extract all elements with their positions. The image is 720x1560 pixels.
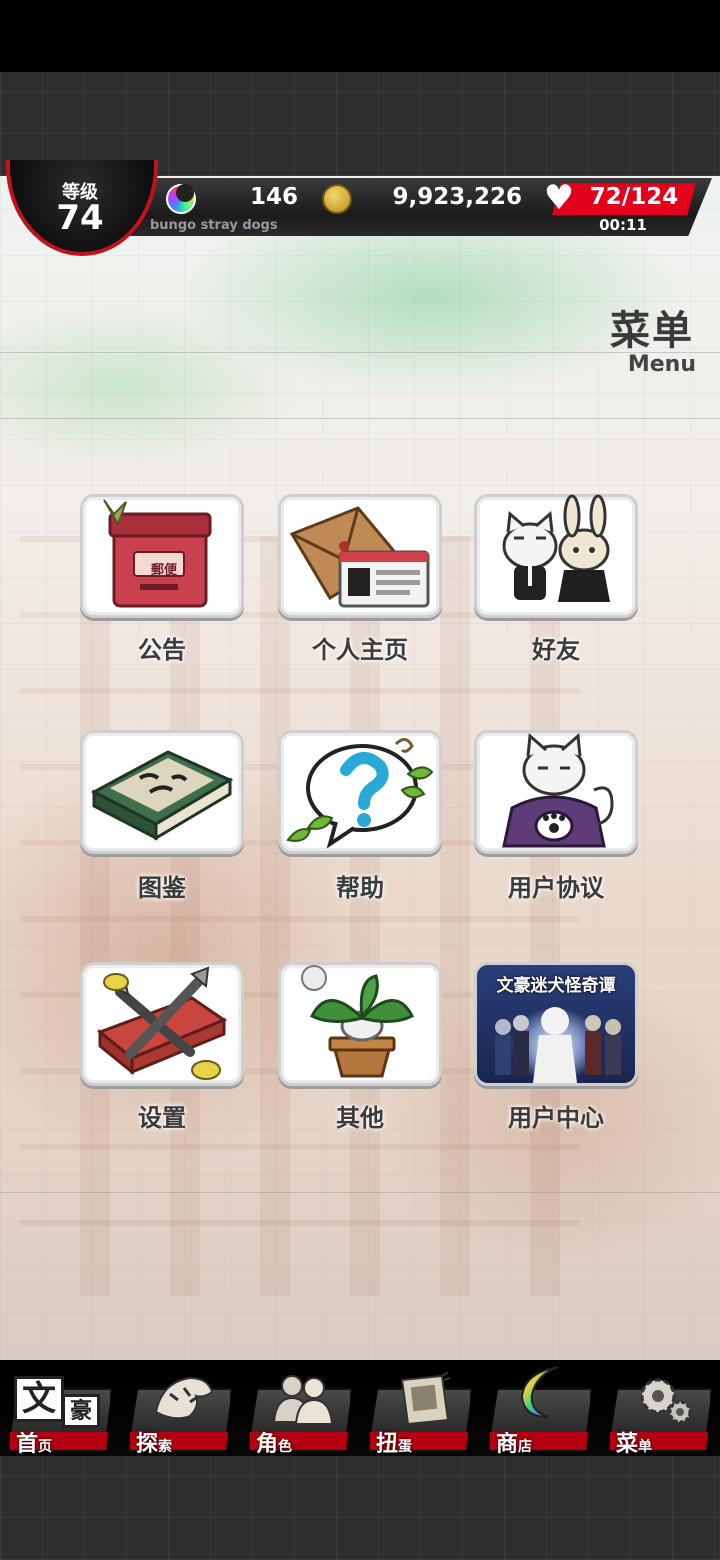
dock-menu-label: 菜单 (616, 1432, 653, 1457)
menu-label-other: 其他 (336, 1104, 384, 1132)
cat-telephone-icon (502, 732, 614, 848)
menu-label-encyclopedia: 图鉴 (138, 874, 186, 902)
dock-menu-button[interactable]: 菜单 (608, 1372, 712, 1457)
help-bubble-icon (286, 738, 434, 849)
friends-plush-icon (502, 494, 610, 602)
tiger-head-icon (154, 1376, 214, 1420)
menu-label-help: 帮助 (336, 874, 384, 902)
people-icon (272, 1375, 334, 1425)
dock-characters-label: 角色 (256, 1432, 293, 1457)
card-pack-icon (400, 1372, 451, 1426)
banner-characters-icon (495, 1007, 621, 1083)
menu-tile-announcements[interactable]: 郵便 (80, 494, 244, 618)
mailbox-label: 郵便 (150, 563, 177, 578)
gem-orb-icon (166, 184, 196, 214)
menu-tile-friends[interactable] (474, 494, 638, 618)
coin-icon (322, 184, 352, 214)
menu-tile-help[interactable] (278, 730, 442, 854)
dock-gacha-button[interactable]: 扭蛋 (368, 1372, 472, 1457)
ap-value: 72/124 (589, 184, 679, 210)
gear-icon (640, 1378, 692, 1424)
level-value: 74 (56, 198, 104, 238)
system-status-bar (0, 0, 720, 72)
game-subtitle: bungo stray dogs (150, 218, 278, 233)
gem-count: 146 (249, 184, 298, 210)
dock-explore-label: 探索 (136, 1432, 173, 1457)
home-logo-glyph-b: 豪 (62, 1394, 100, 1428)
book-icon (90, 750, 234, 841)
user-center-banner-icon: 文豪迷犬怪奇谭 (477, 965, 635, 1083)
page-subtitle: Menu (627, 352, 696, 377)
menu-tile-terms[interactable] (474, 730, 638, 854)
menu-label-profile: 个人主页 (312, 636, 408, 664)
dock-shop-label: 商店 (496, 1432, 533, 1457)
bottom-frame (0, 1456, 720, 1560)
menu-label-settings: 设置 (138, 1104, 186, 1132)
ap-timer: 00:11 (599, 216, 647, 234)
dock-gacha-label: 扭蛋 (376, 1432, 413, 1457)
home-logo-icon: 文 豪 (12, 1376, 100, 1430)
dock-shop-button[interactable]: 商店 (488, 1366, 592, 1457)
menu-label-friends: 好友 (532, 636, 580, 664)
divider-line (0, 418, 720, 419)
menu-tile-user-center[interactable]: 文豪迷犬怪奇谭 (474, 962, 638, 1086)
menu-tile-other[interactable] (278, 962, 442, 1086)
heart-ap-icon: ♥ (543, 178, 575, 218)
home-logo-glyph-a: 文 (14, 1376, 64, 1422)
coin-count: 9,923,226 (392, 184, 523, 210)
menu-tile-encyclopedia[interactable] (80, 730, 244, 854)
menu-tile-settings[interactable] (80, 962, 244, 1086)
dock-home-label: 首页 (16, 1432, 53, 1457)
rainbow-crescent-icon (520, 1366, 559, 1418)
profile-card-icon (289, 506, 430, 608)
dock-characters-button[interactable]: 角色 (248, 1372, 352, 1457)
mailbox-icon (103, 499, 212, 608)
menu-label-terms: 用户协议 (508, 874, 604, 902)
menu-label-announcements: 公告 (138, 636, 186, 664)
dock-explore-button[interactable]: 探索 (128, 1372, 232, 1457)
menu-tile-profile[interactable] (278, 494, 442, 618)
plant-icon (301, 965, 415, 1078)
tools-icon (97, 966, 228, 1080)
page-title: 菜单 (610, 308, 694, 354)
divider-line (0, 1192, 720, 1193)
dock-home-button[interactable]: 文 豪 首页 (8, 1372, 112, 1457)
menu-label-user-center: 用户中心 (508, 1104, 604, 1132)
